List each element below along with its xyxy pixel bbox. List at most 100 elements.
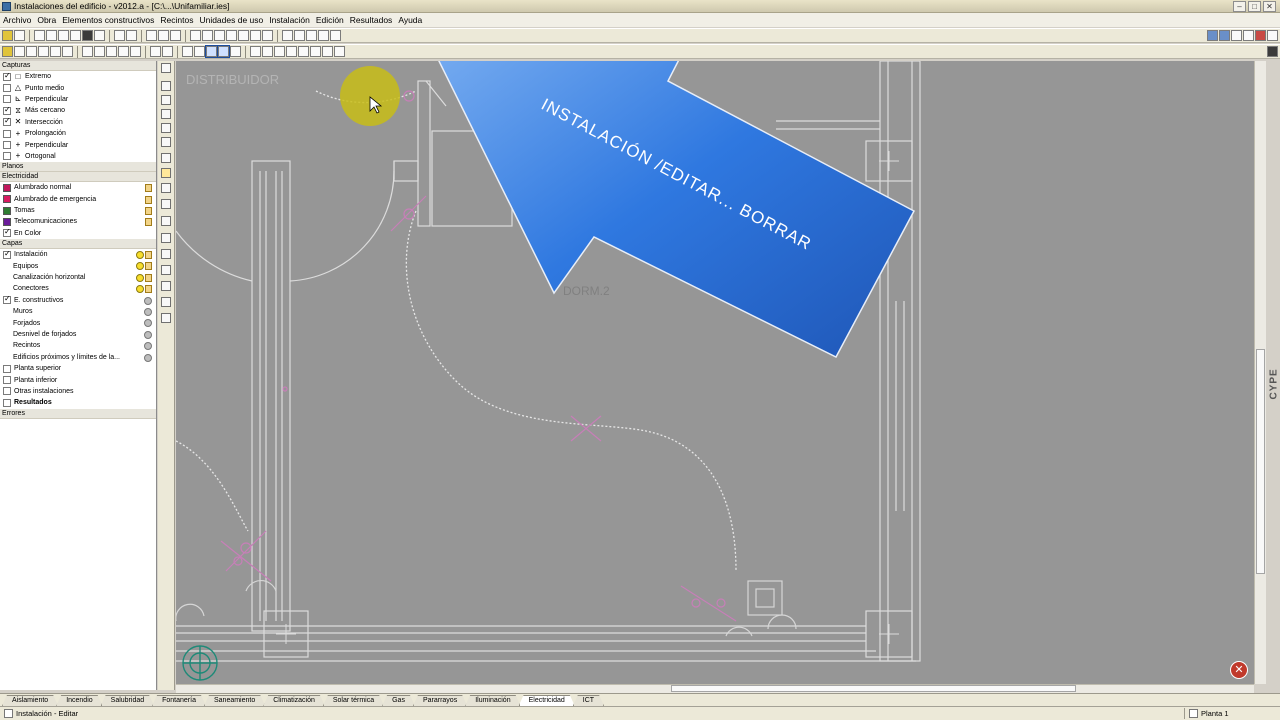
- captura-item[interactable]: + Ortogonal: [0, 151, 156, 162]
- capa-item[interactable]: Forjados: [0, 317, 156, 328]
- tool-icon[interactable]: [130, 46, 141, 57]
- module-tab[interactable]: Gas: [382, 695, 415, 706]
- plano-settings-icon[interactable]: [145, 184, 152, 193]
- plano-settings-icon[interactable]: [145, 195, 152, 204]
- export-icon[interactable]: [1267, 30, 1278, 41]
- tool-icon[interactable]: [82, 46, 93, 57]
- grid-icon[interactable]: [161, 153, 171, 163]
- tool-icon[interactable]: [162, 46, 173, 57]
- tool-icon[interactable]: [14, 46, 25, 57]
- close-button[interactable]: ✕: [1263, 1, 1276, 12]
- captura-item[interactable]: + Perpendicular: [0, 139, 156, 150]
- tool-icon[interactable]: [161, 137, 171, 147]
- help-icon[interactable]: [1207, 30, 1218, 41]
- plano-item[interactable]: Alumbrado de emergencia: [0, 194, 156, 205]
- capa-item[interactable]: Recintos: [0, 340, 156, 351]
- copy-icon[interactable]: [310, 46, 321, 57]
- menu-elementos-constructivos[interactable]: Elementos constructivos: [61, 15, 159, 25]
- tool-icon[interactable]: [161, 313, 171, 323]
- captura-checkbox[interactable]: [3, 105, 11, 115]
- minimize-button[interactable]: –: [1233, 1, 1246, 12]
- tool-icon[interactable]: [106, 46, 117, 57]
- captura-checkbox[interactable]: [3, 95, 11, 104]
- zoom-all-icon[interactable]: [250, 30, 261, 41]
- capa-item[interactable]: Desnivel de forjados: [0, 329, 156, 340]
- visibility-bulb-icon[interactable]: [144, 296, 152, 305]
- capa-checkbox[interactable]: [3, 376, 11, 385]
- tool-icon[interactable]: [194, 46, 205, 57]
- capa-checkbox[interactable]: [3, 294, 11, 305]
- capa-item[interactable]: Planta inferior: [0, 374, 156, 385]
- menu-obra[interactable]: Obra: [36, 15, 61, 25]
- captura-checkbox[interactable]: [3, 141, 11, 150]
- tool-icon[interactable]: [161, 281, 171, 291]
- settings-icon[interactable]: [1231, 30, 1242, 41]
- mirror-icon[interactable]: [298, 46, 309, 57]
- resultados-row[interactable]: Resultados: [0, 397, 156, 408]
- capa-checkbox[interactable]: [3, 364, 11, 373]
- module-tab[interactable]: Incendio: [56, 695, 102, 706]
- menu-archivo[interactable]: Archivo: [2, 15, 36, 25]
- captura-checkbox[interactable]: [3, 152, 11, 161]
- pan-icon[interactable]: [238, 30, 249, 41]
- tool-icon[interactable]: [230, 46, 241, 57]
- tool-icon[interactable]: [161, 199, 171, 209]
- tool-icon[interactable]: [46, 30, 57, 41]
- vertical-scroll-thumb[interactable]: [1256, 349, 1265, 574]
- module-tab[interactable]: Pararrayos: [413, 695, 467, 706]
- tool-icon[interactable]: [161, 109, 171, 119]
- tool-icon[interactable]: [58, 30, 69, 41]
- zoom-icon[interactable]: [202, 30, 213, 41]
- plano-settings-icon[interactable]: [145, 206, 152, 215]
- visibility-bulb-icon[interactable]: [136, 285, 144, 294]
- horizontal-scroll-thumb[interactable]: [671, 685, 1076, 692]
- vertical-scrollbar[interactable]: [1254, 61, 1266, 684]
- module-tab[interactable]: Solar térmica: [323, 695, 384, 706]
- visibility-bulb-icon[interactable]: [144, 319, 152, 328]
- module-tab[interactable]: Iluminación: [465, 695, 520, 706]
- captura-item[interactable]: ⧖ Más cercano: [0, 105, 156, 116]
- arrow-down-icon[interactable]: [161, 265, 171, 275]
- capa-checkbox[interactable]: [3, 387, 11, 396]
- print-icon[interactable]: [1243, 30, 1254, 41]
- captura-checkbox[interactable]: [3, 116, 11, 127]
- lock-icon[interactable]: [145, 273, 152, 282]
- move-icon[interactable]: [217, 45, 230, 58]
- arrow-up-icon[interactable]: [161, 233, 171, 243]
- visibility-bulb-icon[interactable]: [144, 308, 152, 317]
- dimension-icon[interactable]: [306, 30, 317, 41]
- tool-icon[interactable]: [82, 30, 93, 41]
- captura-checkbox[interactable]: [3, 129, 11, 138]
- lock-icon[interactable]: [145, 251, 152, 260]
- tool-icon[interactable]: [70, 30, 81, 41]
- collapse-arrow-icon[interactable]: [161, 63, 171, 73]
- captura-item[interactable]: △ Punto medio: [0, 82, 156, 93]
- module-tab[interactable]: ICT: [573, 695, 604, 706]
- dimension-icon[interactable]: [294, 30, 305, 41]
- tool-icon[interactable]: [94, 30, 105, 41]
- menu-edicion[interactable]: Edición: [315, 15, 349, 25]
- module-tab[interactable]: Electricidad: [519, 695, 575, 706]
- capa-item[interactable]: Muros: [0, 306, 156, 317]
- measure-icon[interactable]: [330, 30, 341, 41]
- tool-icon[interactable]: [161, 297, 171, 307]
- tool-icon[interactable]: [150, 46, 161, 57]
- tool-icon[interactable]: [161, 183, 171, 193]
- dimension-icon[interactable]: [318, 30, 329, 41]
- move-icon[interactable]: [262, 46, 273, 57]
- capa-item[interactable]: E. constructivos: [0, 294, 156, 306]
- floor-down-icon[interactable]: [170, 30, 181, 41]
- capa-checkbox[interactable]: [3, 249, 11, 259]
- zoom-window-icon[interactable]: [190, 30, 201, 41]
- capa-item[interactable]: Conectores: [0, 283, 156, 294]
- horizontal-scrollbar[interactable]: [176, 684, 1254, 693]
- redo-icon[interactable]: [126, 30, 137, 41]
- tool-icon[interactable]: [34, 30, 45, 41]
- captura-checkbox[interactable]: [3, 71, 11, 81]
- module-tab[interactable]: Aislamiento: [2, 695, 58, 706]
- captura-item[interactable]: □ Extremo: [0, 71, 156, 82]
- tool-icon[interactable]: [94, 46, 105, 57]
- zoom-in-icon[interactable]: [214, 30, 225, 41]
- erase-icon[interactable]: [322, 46, 333, 57]
- tool-icon[interactable]: [182, 46, 193, 57]
